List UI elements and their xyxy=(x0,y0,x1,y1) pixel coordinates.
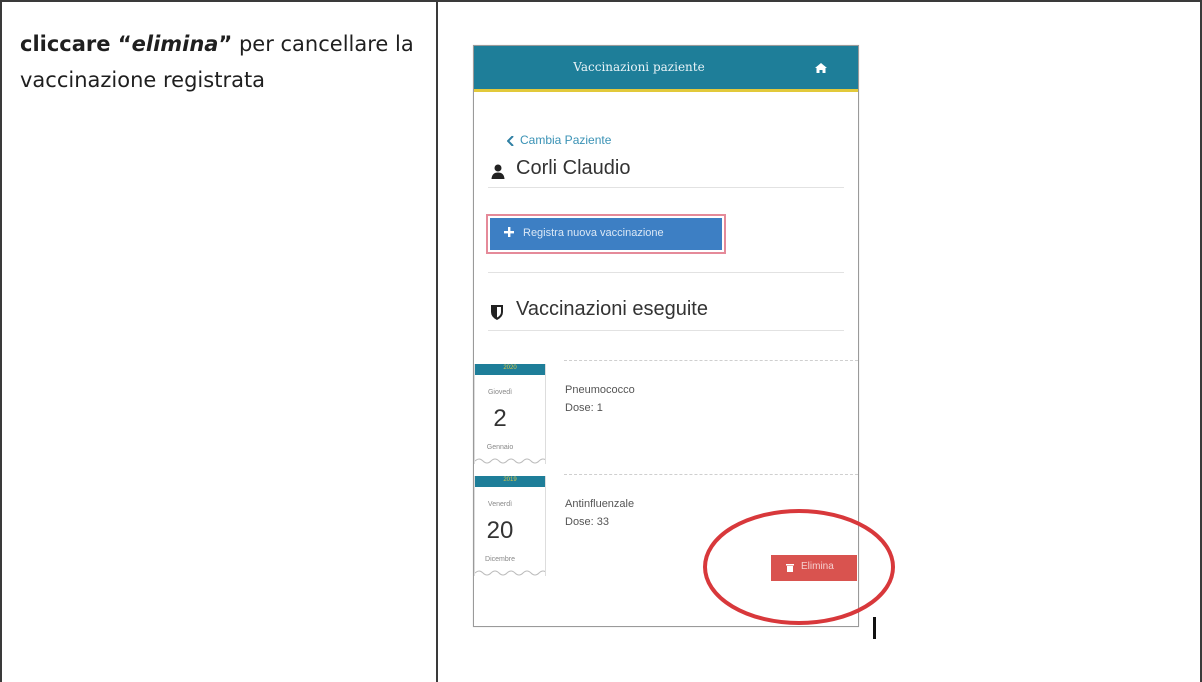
vaccine-name: Pneumococco xyxy=(565,384,635,396)
date-year: 2020 xyxy=(503,365,517,371)
patient-name: Corli Claudio xyxy=(516,157,631,179)
instruction-quote-close: ” xyxy=(218,32,233,56)
instruction-prefix: cliccare “ xyxy=(20,32,132,56)
date-card: 2020 Giovedì 2 Gennaio xyxy=(474,364,546,464)
section-title: Vaccinazioni eseguite xyxy=(516,298,708,320)
vaccine-dose: Dose: 33 xyxy=(565,516,610,528)
highlight-circle xyxy=(703,509,895,625)
date-weekday: Giovedì xyxy=(487,389,513,396)
record-divider xyxy=(564,360,858,361)
app-title: Vaccinazioni paziente xyxy=(573,60,705,74)
instruction-keyword: elimina xyxy=(131,32,219,56)
date-card-edge xyxy=(475,458,545,464)
register-button-label: Registra nuova vaccinazione xyxy=(523,227,664,239)
vaccine-name: Antinfluenzale xyxy=(565,498,635,510)
user-icon xyxy=(491,164,505,179)
instruction-cell: cliccare “elimina” per cancellare la vac… xyxy=(0,0,438,682)
change-patient-link[interactable]: Cambia Paziente xyxy=(520,133,611,147)
plus-icon xyxy=(504,227,514,237)
app-header: Vaccinazioni paziente xyxy=(474,46,858,92)
home-icon[interactable] xyxy=(815,63,827,73)
date-year: 2019 xyxy=(503,477,517,483)
shield-icon xyxy=(491,305,503,320)
date-day: 2 xyxy=(493,405,507,432)
date-month: Dicembre xyxy=(485,556,515,563)
text-cursor xyxy=(873,617,876,639)
divider xyxy=(488,330,844,331)
date-weekday: Venerdì xyxy=(487,501,513,508)
divider xyxy=(488,272,844,273)
date-card-edge xyxy=(475,570,545,576)
date-card: 2019 Venerdì 20 Dicembre xyxy=(474,476,546,576)
record-divider xyxy=(564,474,858,475)
date-day: 20 xyxy=(486,517,514,544)
divider xyxy=(488,187,844,188)
vaccine-dose: Dose: 1 xyxy=(565,402,603,414)
date-month: Gennaio xyxy=(486,444,514,451)
chevron-left-icon[interactable] xyxy=(507,136,515,146)
instruction-text: cliccare “elimina” per cancellare la vac… xyxy=(20,26,420,98)
